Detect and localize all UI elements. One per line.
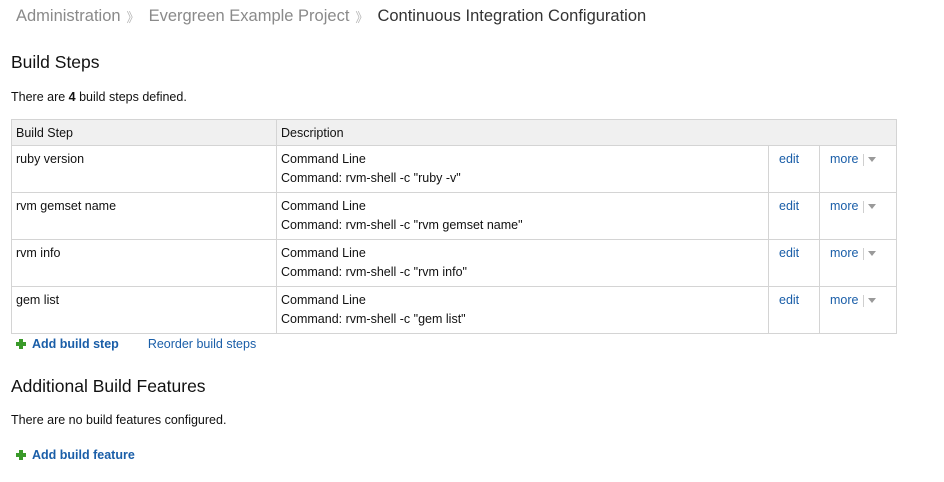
more-link[interactable]: more [830,244,858,263]
plus-icon[interactable] [16,450,26,460]
build-step-name: rvm gemset name [11,192,277,240]
edit-link[interactable]: edit [779,246,799,260]
build-features-empty-text: There are no build features configured. [11,413,227,427]
plus-icon[interactable] [16,339,26,349]
step-command: Command: rvm-shell -c "gem list" [281,312,466,326]
build-step-description: Command Line Command: rvm-shell -c "rvm i… [276,239,769,287]
column-header-description: Description [276,119,897,146]
build-steps-summary: There are 4 build steps defined. [11,90,187,104]
edit-cell: edit [768,145,820,193]
divider [863,294,865,307]
more-dropdown[interactable]: more [830,150,877,169]
breadcrumb: Administration 》 Evergreen Example Proje… [16,6,646,26]
summary-suffix: build steps defined. [75,90,187,104]
caret-down-icon[interactable] [868,204,877,209]
edit-link[interactable]: edit [779,199,799,213]
table-row: rvm info Command Line Command: rvm-shell … [11,239,897,287]
more-link[interactable]: more [830,291,858,310]
build-step-description: Command Line Command: rvm-shell -c "rvm g… [276,192,769,240]
chevron-right-icon: 》 [355,9,369,25]
build-feature-actions: Add build feature [16,448,135,462]
edit-cell: edit [768,286,820,334]
more-dropdown[interactable]: more [830,197,877,216]
step-command: Command: rvm-shell -c "rvm info" [281,265,467,279]
reorder-build-steps-link[interactable]: Reorder build steps [148,337,256,351]
more-cell: more [819,192,897,240]
step-command: Command: rvm-shell -c "rvm gemset name" [281,218,523,232]
add-build-step-button[interactable]: Add build step [32,337,119,351]
divider [863,153,865,166]
build-step-name: gem list [11,286,277,334]
caret-down-icon[interactable] [868,251,877,256]
step-type: Command Line [281,246,366,260]
add-build-feature-button[interactable]: Add build feature [32,448,135,462]
edit-link[interactable]: edit [779,152,799,166]
more-cell: more [819,145,897,193]
breadcrumb-current: Continuous Integration Configuration [377,6,647,25]
table-row: gem list Command Line Command: rvm-shell … [11,286,897,334]
step-type: Command Line [281,199,366,213]
more-dropdown[interactable]: more [830,291,877,310]
build-steps-table: Build Step Description ruby version Comm… [11,119,897,334]
step-type: Command Line [281,293,366,307]
breadcrumb-project[interactable]: Evergreen Example Project [149,7,350,26]
divider [863,247,865,260]
more-link[interactable]: more [830,150,858,169]
table-header-row: Build Step Description [11,119,897,146]
divider [863,200,865,213]
build-step-name: rvm info [11,239,277,287]
more-dropdown[interactable]: more [830,244,877,263]
build-step-actions: Add build step Reorder build steps [16,337,256,351]
summary-prefix: There are [11,90,69,104]
caret-down-icon[interactable] [868,298,877,303]
column-header-build-step: Build Step [11,119,277,146]
caret-down-icon[interactable] [868,157,877,162]
breadcrumb-administration[interactable]: Administration [16,7,121,26]
build-step-description: Command Line Command: rvm-shell -c "gem l… [276,286,769,334]
step-type: Command Line [281,152,366,166]
edit-cell: edit [768,239,820,287]
more-link[interactable]: more [830,197,858,216]
build-step-name: ruby version [11,145,277,193]
chevron-right-icon: 》 [126,9,140,25]
table-row: rvm gemset name Command Line Command: rvm… [11,192,897,240]
build-step-description: Command Line Command: rvm-shell -c "ruby … [276,145,769,193]
edit-cell: edit [768,192,820,240]
build-features-heading: Additional Build Features [11,376,206,396]
step-command: Command: rvm-shell -c "ruby -v" [281,171,461,185]
build-steps-count: 4 [68,90,76,104]
table-row: ruby version Command Line Command: rvm-sh… [11,145,897,193]
more-cell: more [819,286,897,334]
more-cell: more [819,239,897,287]
edit-link[interactable]: edit [779,293,799,307]
build-steps-heading: Build Steps [11,52,100,72]
